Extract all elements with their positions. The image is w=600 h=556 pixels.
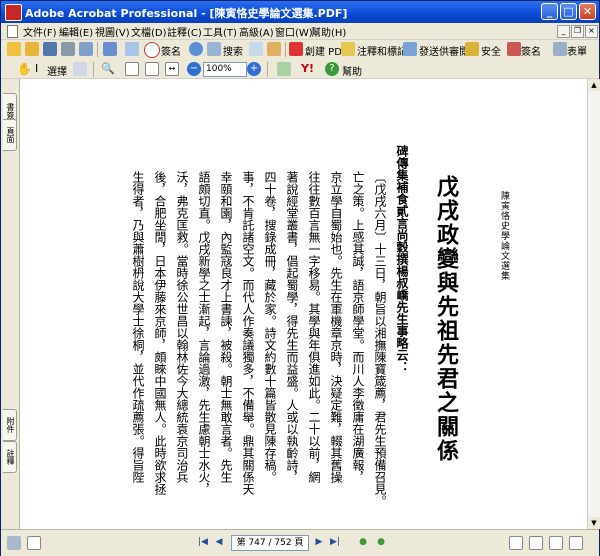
forms-button[interactable]: 表單 [567,43,587,58]
sidebar-tab-comments[interactable]: 註釋 [3,441,17,473]
send-review-icon[interactable] [403,42,417,56]
globe-icon[interactable] [189,42,203,56]
sign-label[interactable]: 簽名 [161,43,181,58]
menu-bar: 文件(F) 編輯(E) 視圖(V) 文檔(D) 註釋(C) 工具(T) 高級(A… [1,23,599,40]
document-icon[interactable] [7,25,18,38]
main-toolbar: 簽名 搜索 創建 PDF 注釋和標記 發送供審閱 安全 簽名 表單 [1,40,599,61]
menu-advanced[interactable]: 高級(A) [239,24,274,39]
email-icon[interactable] [79,42,93,56]
text-column-5: 著說經堂叢書，倡起蜀學，得先生而益盛。人或以執齡詩， [285,171,299,483]
text-column-7: 事，不肯託諸空文。而代人作奏議獨多，不備舉。鼎其關係天 [241,171,255,495]
text-column-2: 亡之策。上感其誠，語京師學堂。而川人李徵庸在湖廣報， [351,171,365,483]
yahoo-icon[interactable]: Y! [301,62,315,76]
status-bar: |◀ ◀ 第 747 / 752 頁 ▶ ▶| ● ● [1,529,599,556]
print-icon[interactable] [61,42,75,56]
lock-icon[interactable] [465,42,479,56]
continuous-facing-icon[interactable] [569,536,583,550]
open-folder-icon[interactable] [25,42,39,56]
view-toolbar: ✋ I 選擇 🔍 ↔ − 100% + Y! ? 幫助 [1,60,599,79]
minimize-button[interactable]: _ [541,3,558,20]
actual-size-icon[interactable] [125,62,139,76]
save-icon[interactable] [43,42,57,56]
search-label[interactable]: 搜索 [223,43,243,58]
go-back-icon[interactable]: ● [357,536,369,548]
text-column-3: 京立學自蜀始也。先生在軍機章京時，決疑定難，輟其舊操 [329,171,343,483]
find-icon[interactable] [125,42,139,56]
previous-page-icon[interactable]: ◀ [213,536,225,548]
security-button[interactable]: 安全 [481,43,501,58]
menu-window[interactable]: 窗口(W) [275,24,313,39]
text-column-11: 後，合肥坐閒，日本伊藤來京師，頗睞中國無人。此時欲求拯 [153,171,167,495]
rotate-icon[interactable] [277,62,291,76]
doc-close-icon[interactable]: × [585,25,598,38]
close-button[interactable]: ✕ [579,3,596,20]
menu-file[interactable]: 文件(F) [23,24,57,39]
fit-page-icon[interactable] [145,62,159,76]
last-page-icon[interactable]: ▶| [329,536,341,548]
doc-restore-icon[interactable]: ❐ [571,25,584,38]
chapter-subtitle: 碑傳集補食貳言尚穀撰楊叔嶠先生事略云： [395,145,409,373]
document-page[interactable]: 陳寅恪史學論文選集 戊戌政變與先祖先君之關係 碑傳集補食貳言尚穀撰楊叔嶠先生事略… [20,79,587,529]
text-column-8: 幸頤和園，內監寇良才上書諫，被殺。朝士無敢言者。先生 [219,171,233,483]
create-icon[interactable] [7,42,21,56]
menu-document[interactable]: 文檔(D) [131,24,167,39]
navigation-pane: 書簽 頁面 附件 註釋 [1,79,20,529]
text-column-12: 生得者，乃與蕭樹枬說大學士徐桐，並代作疏薦張。得旨陛 [131,171,145,483]
facing-icon[interactable] [549,536,563,550]
menu-view[interactable]: 視圖(V) [95,24,130,39]
text-column-1: 〔戊戌六月〕十三日，朝旨以湘撫陳寶箴薦，君先生預備召見。 [373,171,387,507]
doc-icon-1[interactable] [7,536,21,550]
doc-icon-2[interactable] [27,536,41,550]
continuous-icon[interactable] [529,536,543,550]
text-column-4: 往往數百言無一字移易。其學與年俱進如此。二十以前，網 [307,171,321,483]
go-forward-icon[interactable]: ● [375,536,387,548]
vertical-scrollbar[interactable]: ▲ ▼ [587,79,600,529]
text-column-10: 沃，弗克匡救。當時徐公世昌以翰林佐今大總統袁京司治兵 [175,171,189,483]
fit-width-icon[interactable]: ↔ [165,62,179,76]
next-page-icon[interactable]: ▶ [313,536,325,548]
sidebar-tab-pages[interactable]: 頁面 [3,119,17,151]
text-column-9: 語頗切直。戊戌新學之士漸起，言論過激，先生慮朝士水火， [197,171,211,495]
single-page-icon[interactable] [509,536,523,550]
send-review-button[interactable]: 發送供審閱 [419,43,469,58]
create-pdf-icon[interactable] [289,42,303,56]
help-icon[interactable]: ? [325,62,339,76]
title-bar[interactable]: Adobe Acrobat Professional - [陳寅恪史學論文選集.… [1,1,599,23]
acrobat-app-icon [5,4,22,21]
camera-icon[interactable] [249,42,263,56]
zoom-out-icon[interactable]: − [187,62,201,76]
chapter-title: 戊戌政變與先祖先君之關係 [433,175,459,463]
comment-markup-button[interactable]: 注釋和標記 [357,43,407,58]
forms-icon[interactable] [553,42,567,56]
window-title: Adobe Acrobat Professional - [陳寅恪史學論文選集.… [25,7,348,20]
text-column-6: 四十卷，搜錄成冊，藏於家。詩文約數十篇皆散見陳存稿。 [263,171,277,483]
maximize-button[interactable]: □ [560,3,577,20]
zoom-in-plus-icon[interactable]: + [247,62,261,76]
app-window: Adobe Acrobat Professional - [陳寅恪史學論文選集.… [0,0,600,556]
menu-help[interactable]: 幫助(H) [311,24,346,39]
hand-tool-icon[interactable]: ✋ [17,62,32,76]
menu-edit[interactable]: 編輯(E) [59,24,93,39]
zoom-in-icon[interactable]: 🔍 [101,62,115,76]
scroll-up-icon[interactable]: ▲ [588,79,600,91]
help-button[interactable]: 幫助 [342,63,362,78]
running-header: 陳寅恪史學論文選集 [499,191,509,281]
pen-icon[interactable] [507,42,521,56]
menu-tools[interactable]: 工具(T) [203,24,237,39]
hand-note-icon[interactable] [267,42,281,56]
doc-minimize-icon[interactable]: _ [557,25,570,38]
search-icon[interactable] [207,42,221,56]
sign-icon[interactable] [144,42,160,58]
menu-comments[interactable]: 註釋(C) [167,24,202,39]
scroll-down-icon[interactable]: ▼ [588,517,600,529]
attach-icon[interactable] [103,42,117,56]
page-number-field[interactable]: 第 747 / 752 頁 [231,535,309,551]
first-page-icon[interactable]: |◀ [197,536,209,548]
signature-button[interactable]: 簽名 [521,43,541,58]
snapshot-icon[interactable] [73,62,87,76]
comment-icon[interactable] [341,42,355,56]
zoom-level-input[interactable]: 100% [203,62,247,77]
sidebar-tab-attachments[interactable]: 附件 [3,409,17,441]
select-tool-label[interactable]: 選擇 [47,63,67,78]
